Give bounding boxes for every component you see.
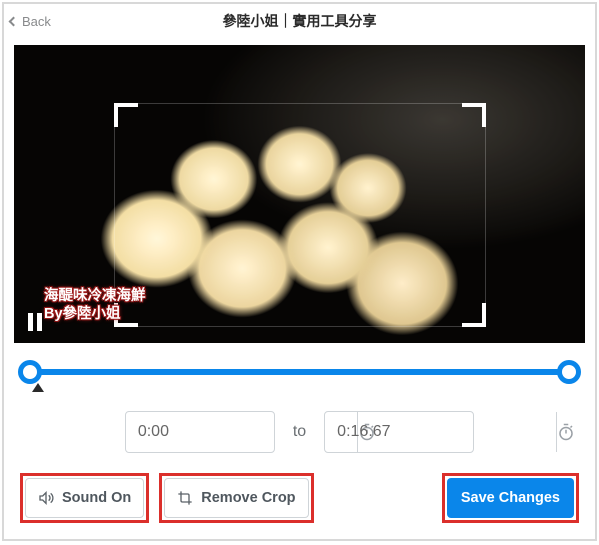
editor-window: Back 參陸小姐｜實用工具分享 海醍味冷凍海鮮 By參陸小姐 <box>2 2 597 541</box>
back-label: Back <box>22 14 51 29</box>
highlight-box: Sound On <box>20 473 149 523</box>
video-watermark-text: 海醍味冷凍海鮮 By參陸小姐 <box>44 287 146 323</box>
sound-toggle-button[interactable]: Sound On <box>25 478 144 518</box>
pause-button[interactable] <box>28 313 46 331</box>
header-bar: Back 參陸小姐｜實用工具分享 <box>4 4 595 39</box>
bottom-toolbar: Sound On Remove Crop Save Changes <box>4 453 595 539</box>
save-changes-button[interactable]: Save Changes <box>447 478 574 518</box>
trim-controls: to <box>4 343 595 453</box>
time-separator-label: to <box>293 423 306 441</box>
crop-region[interactable] <box>114 103 486 327</box>
highlight-box: Remove Crop <box>159 473 313 523</box>
stopwatch-icon[interactable] <box>556 412 575 452</box>
sound-label: Sound On <box>62 490 131 506</box>
slider-track <box>28 369 571 375</box>
chevron-left-icon <box>9 16 19 26</box>
save-label: Save Changes <box>461 490 560 506</box>
crop-handle-top-left[interactable] <box>114 103 138 127</box>
trim-handle-end[interactable] <box>557 360 581 384</box>
highlight-box: Save Changes <box>442 473 579 523</box>
start-time-input[interactable] <box>126 412 357 452</box>
back-button[interactable]: Back <box>10 14 51 29</box>
end-time-input[interactable] <box>325 412 556 452</box>
remove-crop-button[interactable]: Remove Crop <box>164 478 308 518</box>
start-time-box <box>125 411 275 453</box>
pause-icon <box>28 313 33 331</box>
trim-handle-start[interactable] <box>18 360 42 384</box>
trim-slider[interactable] <box>22 363 577 393</box>
page-title: 參陸小姐｜實用工具分享 <box>10 11 589 31</box>
time-inputs: to <box>22 411 577 453</box>
crop-icon <box>177 490 193 506</box>
crop-handle-bottom-right[interactable] <box>462 303 486 327</box>
crop-handle-top-right[interactable] <box>462 103 486 127</box>
playhead-indicator[interactable] <box>32 383 44 392</box>
remove-crop-label: Remove Crop <box>201 490 295 506</box>
end-time-box <box>324 411 474 453</box>
video-preview[interactable]: 海醍味冷凍海鮮 By參陸小姐 <box>14 45 585 343</box>
sound-on-icon <box>38 490 54 506</box>
